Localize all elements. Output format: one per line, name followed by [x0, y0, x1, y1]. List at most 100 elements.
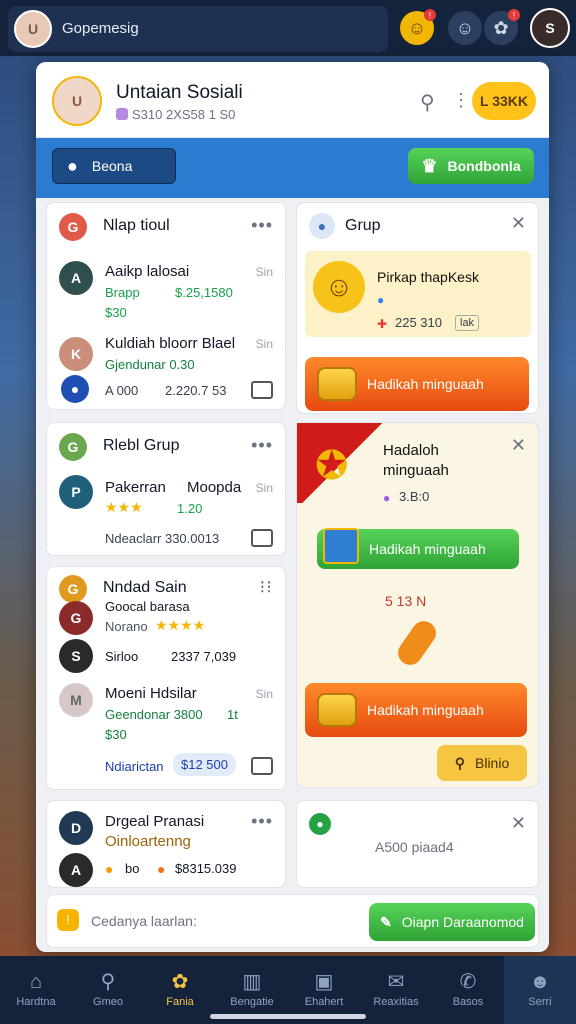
card-grup: ● Grup ✕ ☺ Pirkap thapKesk ● ✚ 225 310 l… [296, 202, 539, 414]
profile-button[interactable]: ● Beona [52, 148, 176, 184]
notification-badge: ! [508, 9, 520, 21]
nav-item-bubble[interactable]: ✉ Reaxitias [360, 956, 432, 1024]
profile-avatar[interactable]: S [530, 8, 570, 48]
small-card-text: A500 piaad4 [375, 839, 454, 855]
submit-button[interactable]: ✎ Oiapn Daraanomod [369, 903, 535, 941]
contact-name[interactable]: Moeni Hdsilar [105, 685, 197, 702]
home-icon[interactable] [251, 529, 273, 547]
hadikah-green-button[interactable]: Hadikah minguaah [317, 528, 519, 569]
username: Gopemesig [62, 20, 139, 37]
more-icon[interactable]: ••• [251, 215, 273, 236]
card-title[interactable]: Drgeal Pranasi [105, 813, 204, 830]
notification-badge: ! [424, 9, 436, 21]
card-title: Rlebl Grup [103, 437, 180, 454]
footer-right: 2.220.7 53 [165, 383, 227, 398]
button-label: Blinio [475, 755, 510, 771]
whatsapp-icon: ● [309, 813, 331, 835]
avatar: A [59, 853, 93, 887]
alert-icon: ! [57, 909, 79, 931]
user-header[interactable]: U Gopemesig [8, 6, 388, 52]
amount-pill: $12 500 [173, 753, 236, 776]
nav-item-home[interactable]: ⌂ Hardtna [0, 956, 72, 1024]
search-icon: ⚲ [100, 971, 116, 993]
nav-item-profile[interactable]: ☻ Serri [504, 956, 576, 1024]
footer-left: Ndiarictan [105, 759, 164, 774]
coin-icon [317, 367, 357, 401]
contact-detail: Brapp [105, 285, 140, 300]
social-panel: U Untaian Sosiali S310 2XS58 1 S0 ⚲ ⋮ L … [36, 62, 549, 952]
gift-title: Hadaloh minguaah [383, 442, 449, 479]
nav-label: Hardtna [16, 996, 56, 1008]
card-rlebl-grup: G Rlebl Grup ••• P Pakerran Moopda ★★★ 1… [46, 422, 286, 556]
nav-item-message[interactable]: ✆ Basos [432, 956, 504, 1024]
emoji-icon[interactable]: ☺ [448, 11, 482, 45]
profile-label: Beona [91, 158, 133, 174]
contact-name[interactable]: Sirloo [105, 649, 138, 664]
card-gift: ✪ Hadaloh minguaah ✕ ● 3.B:0 Hadikah min… [296, 422, 539, 788]
close-icon[interactable]: ✕ [511, 213, 526, 234]
avatar: A [59, 261, 93, 295]
avatar: P [59, 475, 93, 509]
input-placeholder[interactable]: Cedanya laarlan: [91, 913, 197, 929]
button-label: Oiapn Daraanomod [401, 914, 524, 930]
footer-text: Ndeaclarr 330.0013 [105, 531, 220, 546]
panel-header: U Untaian Sosiali S310 2XS58 1 S0 ⚲ ⋮ L … [36, 62, 549, 138]
more-icon[interactable]: ⋮ [452, 90, 470, 111]
contact-name[interactable]: Aaikp lalosai [105, 263, 189, 280]
card-title: Nndad Sain [103, 579, 187, 596]
home-icon[interactable] [251, 757, 273, 775]
nav-item-chat[interactable]: ✿ Fania [144, 956, 216, 1024]
close-icon[interactable]: ✕ [511, 435, 526, 456]
gift-value: 3.B:0 [399, 489, 430, 504]
contact-time: Sin [255, 481, 273, 495]
message-icon: ✆ [459, 971, 477, 993]
nav-item-search[interactable]: ⚲ Gmeo [72, 956, 144, 1024]
coin-label: L 33KK [480, 93, 528, 109]
card-nndad-sain: G Nndad Sain ⁝⁝ G Goocal barasa Norano ★… [46, 566, 286, 790]
contact-name[interactable]: Pakerran [105, 479, 166, 496]
globe-icon: ● [61, 375, 89, 403]
close-icon[interactable]: ✕ [511, 813, 526, 834]
coin-icon[interactable]: ☺! [400, 9, 436, 45]
promo-box[interactable]: ☺ Pirkap thapKesk ● ✚ 225 310 lak [305, 251, 531, 337]
bubble-icon: ✉ [387, 971, 405, 993]
search-icon[interactable]: ⚲ [420, 90, 435, 115]
contact-name[interactable]: Kuldiah bloorr Blael [105, 335, 235, 352]
coin-button[interactable]: L 33KK [472, 82, 536, 120]
box-icon [323, 528, 359, 564]
user-avatar: U [14, 10, 52, 48]
panel-title: Untaian Sosiali [116, 82, 243, 103]
promo-title: Pirkap thapKesk [377, 269, 479, 285]
home-indicator[interactable] [210, 1014, 366, 1019]
card-subtitle: Oinloartenng [105, 833, 191, 850]
blinio-button[interactable]: ⚲ Blinio [437, 745, 527, 781]
fire-icon: ● [105, 861, 114, 877]
row-b: $8315.039 [175, 861, 237, 876]
hadikah-button[interactable]: Hadikah minguaah [305, 357, 529, 411]
home-icon[interactable] [251, 381, 273, 399]
friends-icon[interactable]: ✿! [484, 9, 520, 45]
nav-label: Fania [166, 996, 194, 1008]
gift-icon: ✪ [315, 444, 349, 488]
trophy-icon: ♛ [421, 155, 438, 176]
contact-amount: $.25,1580 [175, 285, 233, 300]
more-icon[interactable]: ••• [251, 811, 273, 832]
bondbonla-button[interactable]: ♛ Bondbonla [408, 148, 534, 184]
nav-label: Bengatie [230, 996, 274, 1008]
math-text: 5 13 N [385, 593, 427, 609]
promo-icon: ● [377, 293, 385, 307]
nav-label: Gmeo [93, 996, 123, 1008]
card-nlap-tioul: G Nlap tioul ••• A Aaikp lalosai Brapp $… [46, 202, 286, 410]
bondbonla-label: Bondbonla [447, 158, 521, 174]
input-bar: ! Cedanya laarlan: ✎ Oiapn Daraanomod [46, 894, 539, 948]
more-icon[interactable]: ⁝⁝ [260, 577, 273, 598]
avatar: M [59, 683, 93, 717]
nav-label: Ehahert [304, 996, 344, 1008]
send-icon: ✎ [380, 913, 392, 930]
footer-left: A 000 [105, 383, 139, 398]
contact-detail-b: 1t [227, 707, 238, 722]
nav-label: Basos [452, 996, 484, 1008]
hadikah-orange-button[interactable]: Hadikah minguaah [305, 683, 527, 737]
more-icon[interactable]: ••• [251, 435, 273, 456]
contact-name[interactable]: Goocal barasa [105, 599, 190, 614]
